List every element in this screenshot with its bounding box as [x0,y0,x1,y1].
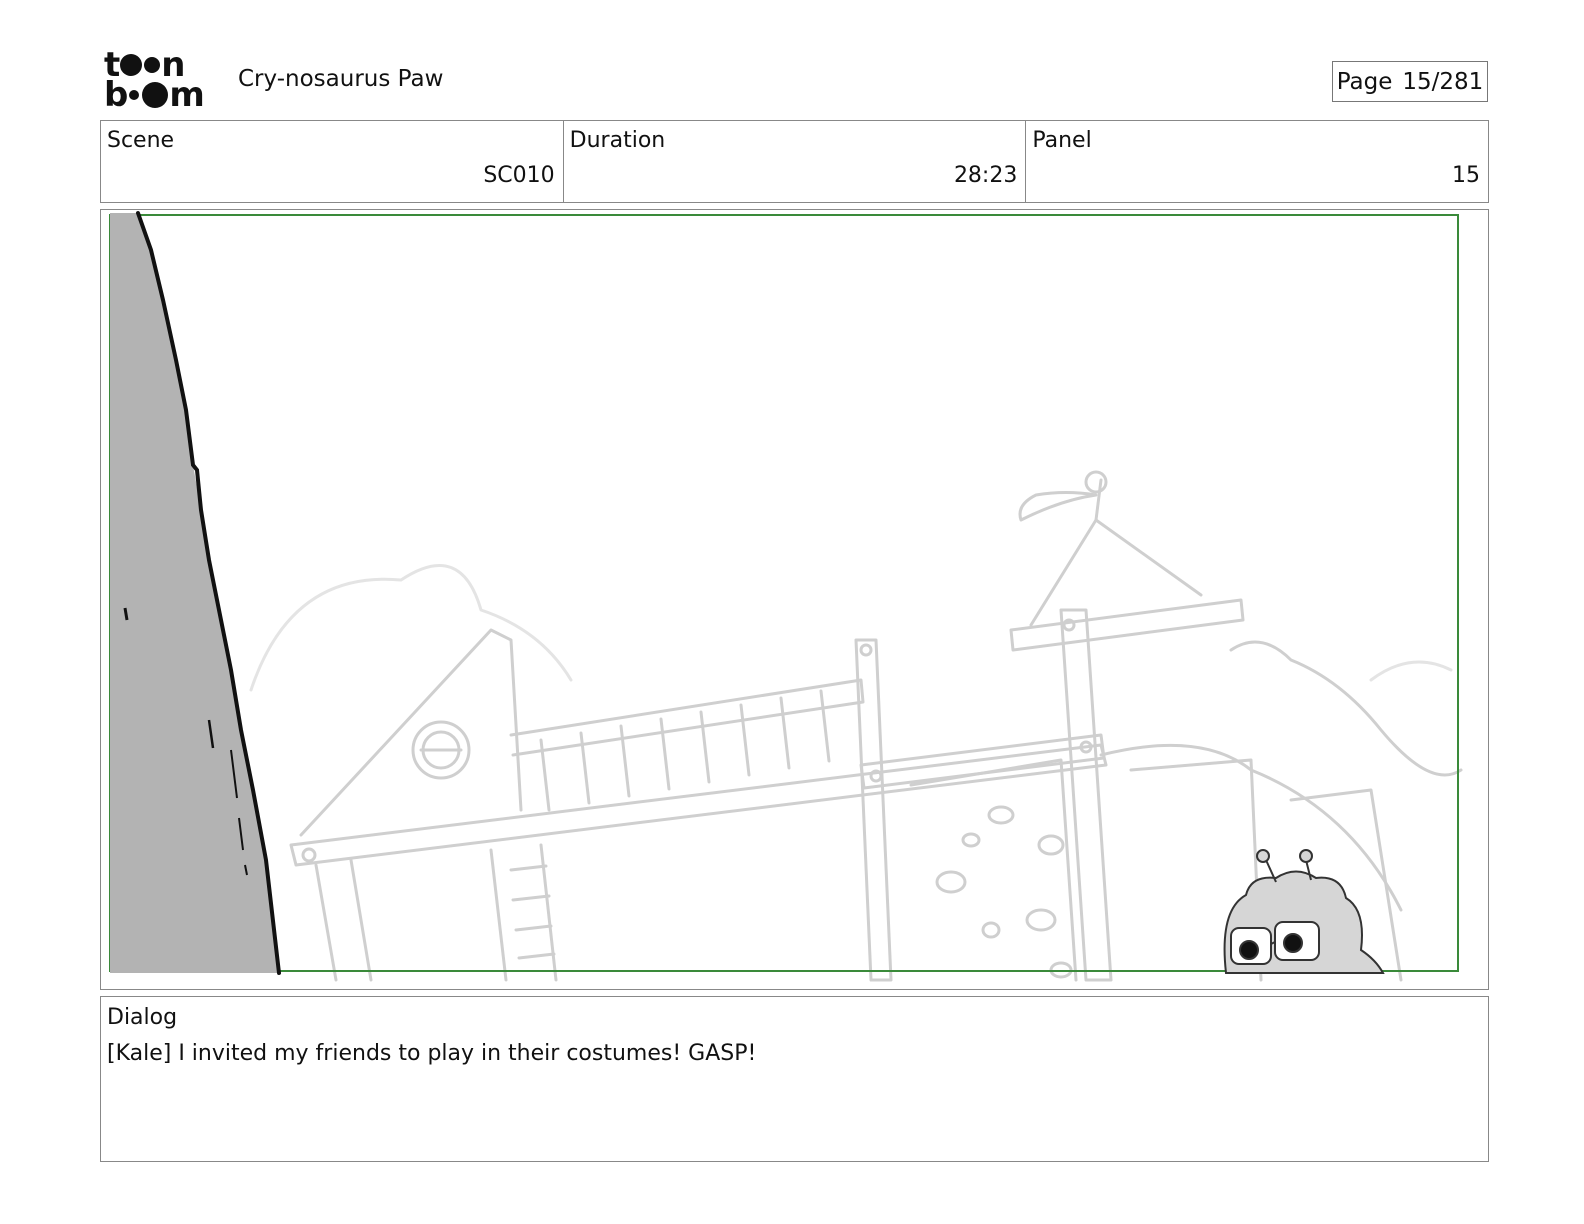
logo-row-bottom: bm [104,75,205,115]
dialog-label: Dialog [107,1005,178,1030]
scene-value: SC010 [483,163,555,188]
project-title: Cry-nosaurus Paw [238,66,444,92]
panel-drawing [109,211,1463,982]
scene-cell: Scene SC010 [101,121,564,202]
duration-value: 28:23 [953,163,1018,188]
duration-label: Duration [569,128,666,153]
scene-label: Scene [107,128,175,153]
panel-value: 15 [1452,163,1481,188]
page-indicator: Page 15/281 [1332,61,1488,102]
foreground-cliff [110,211,281,975]
toon-boom-logo: tn bm [104,48,216,115]
dialog-box: Dialog [Kale] I invited my friends to pl… [100,996,1489,1162]
page-value: 15/281 [1402,68,1484,95]
panel-label: Panel [1032,128,1092,153]
storyboard-panel [100,209,1489,990]
kale-character-peeking [1223,849,1385,974]
duration-cell: Duration 28:23 [564,121,1027,202]
page-label: Page [1336,68,1393,95]
panel-info-table: Scene SC010 Duration 28:23 Panel 15 [100,120,1489,203]
dialog-text: [Kale] I invited my friends to play in t… [107,1041,757,1066]
panel-cell: Panel 15 [1026,121,1488,202]
